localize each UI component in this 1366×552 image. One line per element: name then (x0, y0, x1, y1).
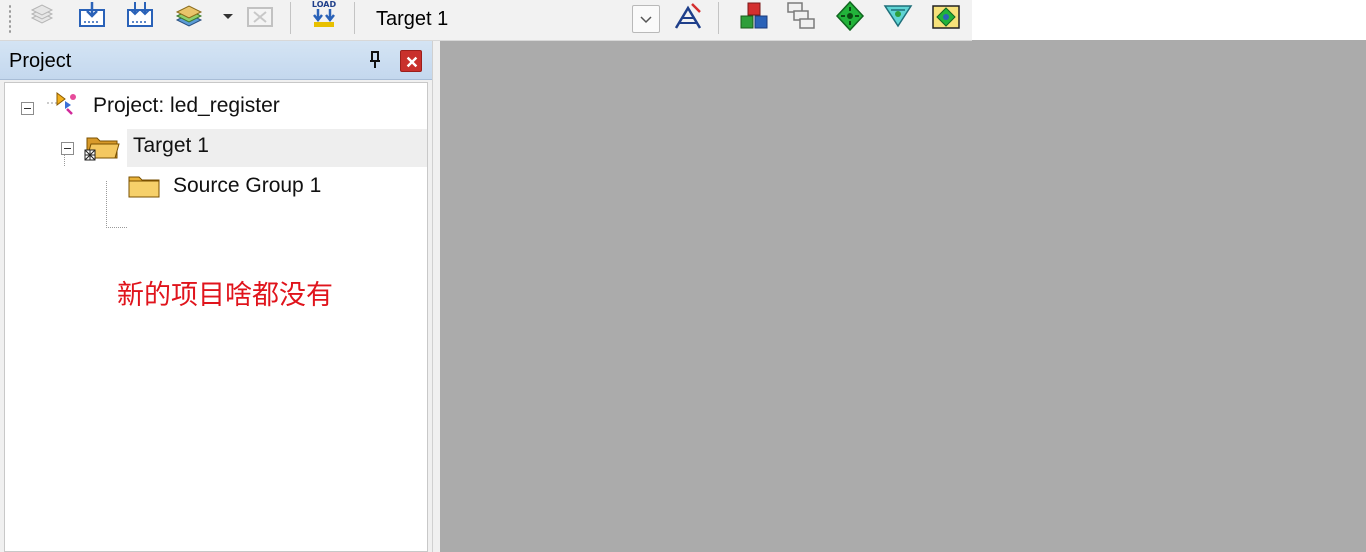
tree-node-source-group[interactable]: Source Group 1 (5, 169, 425, 203)
target-folder-icon (83, 130, 123, 162)
collapse-toggle[interactable] (61, 142, 74, 155)
panel-title: Project (9, 50, 72, 72)
download-load-icon[interactable]: LOAD (308, 0, 340, 32)
annotation-text: 新的项目啥都没有 (117, 280, 333, 311)
svg-text:LOAD: LOAD (312, 0, 337, 9)
main-toolbar: LOAD Target 1 (0, 0, 972, 41)
rte-icon[interactable] (882, 0, 914, 32)
panel-splitter[interactable] (432, 41, 440, 552)
event-recorder-icon[interactable] (930, 0, 962, 32)
tree-node-label: Source Group 1 (173, 174, 322, 197)
chevron-down-icon[interactable] (632, 5, 660, 33)
manage-components-icon[interactable] (738, 0, 770, 32)
editor-workspace (440, 41, 1366, 552)
tree-node-target[interactable]: Target 1 (5, 129, 425, 163)
tree-node-label: Project: led_register (93, 94, 280, 117)
target-select[interactable]: Target 1 (362, 2, 660, 33)
pin-icon[interactable] (364, 49, 386, 71)
toolbar-grip[interactable] (8, 4, 12, 34)
toolbar-separator (290, 2, 291, 34)
project-panel-header: Project (0, 41, 432, 80)
project-icon (43, 89, 79, 119)
close-icon[interactable] (400, 50, 422, 72)
dropdown-arrow-icon[interactable] (212, 0, 233, 32)
pack-installer-icon[interactable] (834, 0, 866, 32)
stop-build-icon (244, 0, 276, 32)
toolbar-empty-area (972, 0, 1366, 40)
tree-node-project[interactable]: Project: led_register (5, 89, 425, 123)
tree-line (106, 227, 128, 228)
target-select-value: Target 1 (376, 8, 449, 30)
collapse-toggle[interactable] (21, 102, 34, 115)
target-options-icon[interactable] (672, 0, 704, 32)
folder-icon (127, 171, 161, 199)
toolbar-separator (718, 2, 719, 34)
batch-build-icon[interactable] (174, 0, 206, 32)
project-tree: Project: led_register Target 1 Source Gr… (4, 82, 428, 552)
build-icon[interactable] (76, 0, 108, 32)
rebuild-icon[interactable] (124, 0, 156, 32)
project-panel: Project Project: led_register Target 1 S… (0, 41, 432, 552)
tree-node-label: Target 1 (133, 134, 209, 157)
toolbar-separator (354, 2, 355, 34)
translate-icon[interactable] (26, 0, 58, 32)
select-packs-icon[interactable] (786, 0, 818, 32)
